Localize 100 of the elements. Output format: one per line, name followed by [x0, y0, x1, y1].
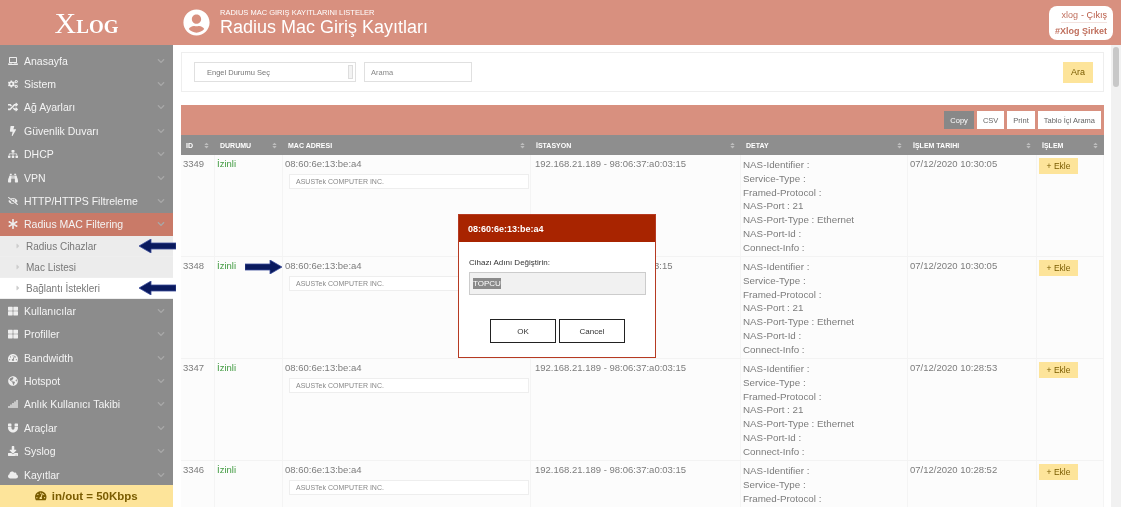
add-button[interactable]: + Ekle	[1039, 362, 1078, 378]
gauge-icon	[35, 490, 47, 502]
sort-icon	[1092, 141, 1099, 149]
caret-icon	[14, 263, 22, 272]
add-button[interactable]: + Ekle	[1039, 260, 1078, 276]
sidebar-item[interactable]: Kayıtlar	[24, 468, 151, 481]
sidebar-item[interactable]: Kullanıcılar	[24, 304, 151, 317]
sort-icon	[896, 141, 903, 149]
status-text: İzinli	[217, 158, 236, 169]
sidebar-item[interactable]: Profiller	[24, 328, 151, 341]
sidebar-item[interactable]: Hotspot	[24, 375, 151, 387]
caret-icon	[14, 242, 22, 251]
sidebar-item[interactable]: Ağ Ayarları	[24, 101, 151, 114]
sidebar-item[interactable]: Sistem	[24, 78, 151, 91]
chevron-down-icon	[157, 56, 165, 65]
detail-line: NAS-Port-Id :	[743, 431, 803, 445]
sidebar-item[interactable]: Araçlar	[24, 421, 151, 434]
menu-icon	[8, 79, 18, 90]
table-cell: 3346	[183, 464, 205, 475]
status-text: İzinli	[217, 464, 236, 475]
detail-line: Connect-Info :	[743, 342, 806, 357]
menu-icon	[8, 172, 18, 183]
sidebar-item[interactable]: Anlık Kullanıcı Takibi	[24, 398, 151, 411]
mac-address: 08:60:6e:13:be:a4	[285, 260, 362, 271]
sidebar-item[interactable]: DHCP	[24, 148, 151, 161]
status-text: İzinli	[217, 260, 236, 271]
station-text: 192.168.21.189 - 98:06:37:a0:03:15	[534, 158, 688, 169]
detail-line: Framed-Protocol :	[743, 287, 823, 302]
menu-icon	[8, 399, 18, 410]
dialog-title: 08:60:6e:13:be:a4	[468, 223, 544, 234]
detail-line: Framed-Protocol :	[743, 491, 823, 506]
date-cell: 07/12/2020 10:28:52	[910, 464, 998, 475]
chevron-down-icon	[157, 197, 165, 206]
chevron-down-icon	[157, 80, 165, 89]
chevron-down-icon	[157, 306, 165, 315]
detail-line: NAS-Identifier :	[743, 158, 811, 172]
detail-line: NAS-Identifier :	[743, 464, 811, 478]
detail-line: Service-Type :	[743, 171, 807, 186]
detail-line: NAS-Port-Id :	[743, 329, 803, 343]
menu-icon	[8, 219, 18, 230]
table-cell: 3348	[183, 260, 205, 271]
menu-icon	[8, 422, 18, 433]
station-text: 192.168.21.189 - 98:06:37:a0:03:15	[534, 464, 688, 475]
sort-icon	[729, 141, 736, 149]
sidebar-item[interactable]: VPN	[24, 171, 151, 184]
sidebar-subitem[interactable]: Mac Listesi	[26, 261, 76, 273]
detail-line: Service-Type :	[743, 375, 807, 390]
detail-line: Service-Type :	[743, 477, 807, 492]
logo: XLOG	[0, 0, 173, 45]
menu-icon	[8, 305, 18, 316]
ok-button[interactable]: OK	[490, 319, 556, 343]
detail-line: NAS-Identifier :	[743, 362, 811, 376]
menu-icon	[8, 469, 18, 480]
company-name: #Xlog Şirket	[1054, 25, 1107, 36]
chevron-down-icon	[157, 353, 165, 362]
menu-icon	[8, 196, 18, 207]
sidebar-item[interactable]: Syslog	[24, 445, 151, 458]
chevron-down-icon	[157, 126, 165, 135]
logout-link[interactable]: - Çıkış	[1081, 9, 1107, 20]
chevron-down-icon	[157, 423, 165, 432]
caret-icon	[14, 284, 22, 293]
chevron-down-icon	[157, 330, 165, 339]
menu-icon	[8, 149, 18, 160]
date-cell: 07/12/2020 10:28:53	[910, 362, 998, 373]
sidebar-item[interactable]: Bandwidth	[24, 351, 151, 364]
date-cell: 07/12/2020 10:30:05	[910, 158, 998, 169]
chevron-down-icon	[157, 103, 165, 112]
chevron-down-icon	[157, 470, 165, 479]
menu-icon	[8, 376, 18, 386]
sidebar-item[interactable]: HTTP/HTTPS Filtreleme	[24, 195, 151, 208]
sort-icon	[519, 141, 526, 149]
detail-line: Framed-Protocol :	[743, 389, 823, 404]
menu-icon	[8, 125, 18, 136]
sidebar-item[interactable]: Anasayfa	[24, 54, 151, 67]
dialog-label: Cihazı Adını Değiştirin:	[469, 258, 551, 267]
mac-address: 08:60:6e:13:be:a4	[285, 362, 362, 373]
search-button[interactable]: Ara	[1063, 61, 1093, 83]
chevron-down-icon	[157, 173, 165, 182]
add-button[interactable]: + Ekle	[1039, 158, 1078, 174]
bandwidth-text: in/out = 50Kbps	[51, 490, 138, 502]
detail-line: NAS-Port-Type : Ethernet	[743, 213, 856, 227]
chevron-down-icon	[157, 220, 165, 229]
scrollbar[interactable]	[1111, 45, 1121, 507]
chevron-down-icon	[157, 447, 165, 456]
detail-line: Connect-Info :	[743, 240, 806, 255]
user-icon	[183, 9, 210, 36]
detail-line: NAS-Port : 21	[743, 199, 805, 214]
detail-line: Connect-Info :	[743, 444, 806, 459]
name-field[interactable]: TOPCU	[469, 272, 646, 295]
add-button[interactable]: + Ekle	[1039, 464, 1078, 480]
sidebar-item[interactable]: Güvenlik Duvarı	[24, 124, 151, 137]
detail-line: NAS-Port-Id :	[743, 227, 803, 241]
sort-icon	[1025, 141, 1032, 149]
detail-line: NAS-Port : 21	[743, 301, 805, 316]
chevron-down-icon	[157, 150, 165, 159]
table-cell: 3349	[183, 158, 205, 169]
cancel-button[interactable]: Cancel	[559, 319, 625, 343]
sort-icon	[203, 141, 210, 149]
detail-line: NAS-Port-Type : Ethernet	[743, 315, 856, 329]
date-cell: 07/12/2020 10:30:05	[910, 260, 998, 271]
